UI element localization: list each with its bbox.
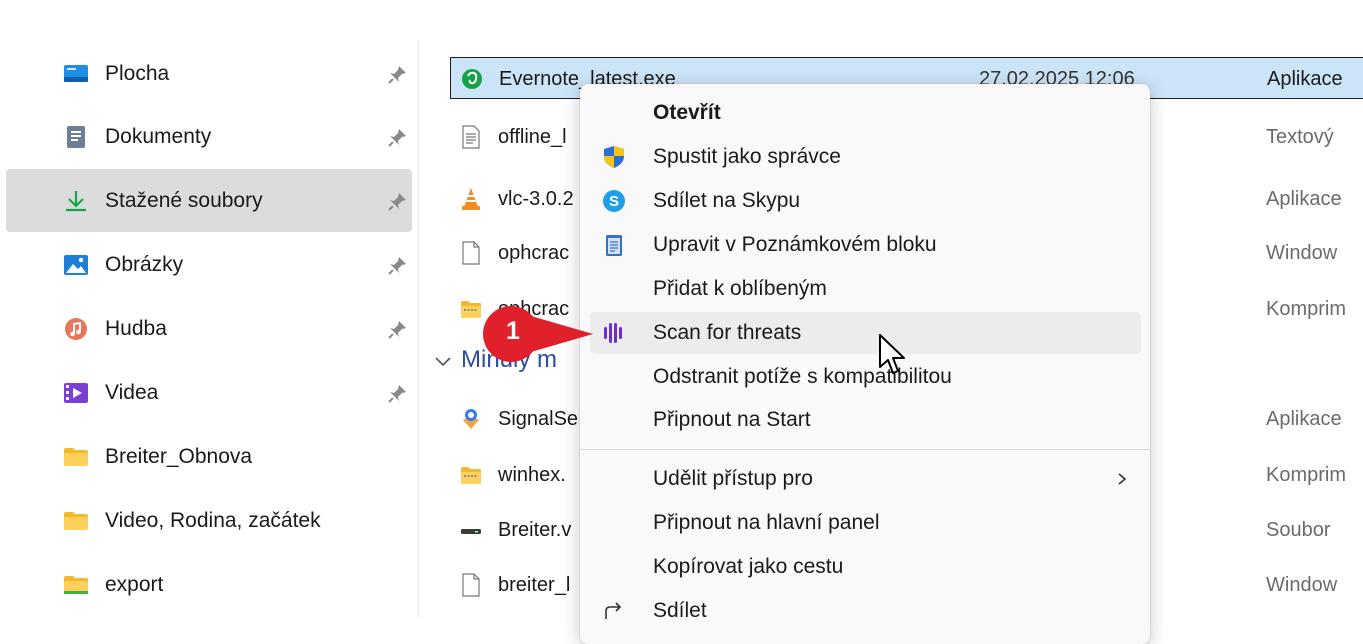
menu-item-share[interactable]: Sdílet (590, 590, 1141, 632)
folder-icon (64, 447, 88, 466)
pin-icon[interactable] (388, 319, 408, 339)
file-type: Aplikace (1266, 408, 1342, 430)
file-type: Aplikace (1267, 68, 1343, 90)
file-type: Komprim (1266, 464, 1347, 486)
file-name: SignalSe (498, 408, 579, 430)
pin-icon[interactable] (388, 255, 408, 275)
file-name: breiter_l (498, 574, 571, 596)
music-icon (65, 317, 87, 340)
step-callout-number: 1 (506, 317, 520, 345)
sidebar-item-dokumenty[interactable]: Dokumenty (6, 105, 412, 168)
signal-setup-icon (463, 409, 479, 429)
file-type: Window (1266, 574, 1338, 596)
vlc-icon (462, 188, 480, 210)
menu-item-open[interactable]: Otevřít (590, 92, 1141, 134)
sidebar-item-label: Hudba (105, 316, 167, 340)
drive-file-icon (461, 529, 481, 534)
folder-icon (64, 575, 88, 594)
sidebar-item-hudba[interactable]: Hudba (6, 297, 412, 360)
file-name: ophcrac (498, 242, 570, 264)
menu-item-pin-taskbar[interactable]: Připnout na hlavní panel (590, 502, 1141, 544)
file-name: winhex. (498, 464, 566, 486)
pictures-icon (64, 254, 88, 275)
file-type: Window (1266, 242, 1338, 264)
menu-item-troubleshoot-compat[interactable]: Odstranit potíže s kompatibilitou (590, 356, 1141, 398)
pin-icon[interactable] (388, 127, 408, 147)
menu-item-label: Přidat k oblíbeným (653, 277, 827, 300)
menu-item-label: Scan for threats (653, 321, 802, 344)
desktop-icon (64, 64, 88, 82)
menu-item-label: Spustit jako správce (653, 145, 841, 168)
sidebar-item-export[interactable]: export (6, 553, 412, 616)
share-icon (605, 602, 622, 619)
menu-item-label: Sdílet (653, 599, 707, 622)
evernote-icon (462, 69, 482, 89)
menu-item-run-as-admin[interactable]: Spustit jako správce (590, 136, 1141, 178)
sidebar-item-video-rodina[interactable]: Video, Rodina, začátek (6, 489, 412, 552)
menu-item-label: Udělit přístup pro (653, 467, 813, 490)
pin-icon[interactable] (388, 191, 408, 211)
menu-item-label: Připnout na Start (653, 408, 811, 431)
file-type: Komprim (1266, 298, 1347, 320)
download-icon (66, 190, 86, 211)
chevron-down-icon (435, 357, 451, 366)
sidebar-item-videa[interactable]: Videa (6, 361, 412, 424)
context-menu: Otevřít Spustit jako správce S Sdílet na… (580, 84, 1150, 644)
sidebar-item-label: Stažené soubory (105, 188, 263, 212)
file-type: Textový (1266, 126, 1334, 148)
mouse-cursor-icon (879, 334, 905, 374)
chevron-right-icon (1118, 473, 1127, 485)
sidebar-item-label: Videa (105, 380, 159, 404)
menu-item-share-skype[interactable]: S Sdílet na Skypu (590, 180, 1141, 222)
menu-separator (580, 449, 1150, 450)
menu-item-label: Sdílet na Skypu (653, 189, 801, 212)
menu-item-label: Kopírovat jako cestu (653, 555, 844, 578)
sidebar-item-stazene-soubory[interactable]: Stažené soubory (6, 169, 412, 232)
videos-icon (64, 382, 88, 403)
menu-item-edit-notepad[interactable]: Upravit v Poznámkovém bloku (590, 224, 1141, 266)
menu-item-label: Připnout na hlavní panel (653, 511, 880, 534)
menu-item-scan-threats[interactable]: Scan for threats (590, 312, 1141, 354)
sidebar-item-label: Plocha (105, 61, 170, 85)
scan-threats-icon (604, 323, 622, 343)
skype-icon: S (603, 190, 625, 212)
file-name: offline_l (498, 126, 567, 148)
menu-item-label: Upravit v Poznámkovém bloku (653, 233, 937, 256)
sidebar-item-obrazky[interactable]: Obrázky (6, 233, 412, 296)
documents-icon (67, 125, 85, 148)
folder-icon (64, 511, 88, 530)
sidebar-item-breiter-obnova[interactable]: Breiter_Obnova (6, 425, 412, 488)
zip-folder-icon (461, 301, 481, 318)
file-name: vlc-3.0.2 (498, 188, 574, 210)
sidebar-item-label: Dokumenty (105, 124, 212, 148)
sidebar-item-label: Breiter_Obnova (105, 444, 253, 468)
text-file-icon (462, 125, 480, 149)
pin-icon[interactable] (388, 383, 408, 403)
notepad-icon (606, 235, 622, 256)
uac-shield-icon (604, 146, 624, 168)
zip-folder-icon (461, 467, 481, 484)
pin-icon[interactable] (388, 64, 408, 84)
file-type: Aplikace (1266, 188, 1342, 210)
blank-file-icon (462, 241, 480, 265)
sidebar-item-plocha[interactable]: Plocha (6, 42, 412, 105)
blank-file-icon (462, 573, 480, 597)
file-name: Breiter.v (498, 519, 572, 541)
svg-text:S: S (609, 193, 619, 210)
menu-item-give-access[interactable]: Udělit přístup pro (590, 458, 1141, 500)
sidebar-item-label: Video, Rodina, začátek (105, 508, 321, 532)
file-type: Soubor (1266, 519, 1331, 541)
menu-item-label: Otevřít (653, 101, 721, 124)
sidebar-item-label: Obrázky (105, 252, 184, 276)
step-callout-badge (483, 306, 593, 362)
menu-item-pin-start[interactable]: Připnout na Start (590, 399, 1141, 441)
menu-item-copy-path[interactable]: Kopírovat jako cestu (590, 546, 1141, 588)
menu-item-add-favorites[interactable]: Přidat k oblíbeným (590, 268, 1141, 310)
navigation-pane: Plocha Dokumenty Stažené soubory Obrázky (0, 40, 418, 618)
sidebar-item-label: export (105, 572, 164, 596)
